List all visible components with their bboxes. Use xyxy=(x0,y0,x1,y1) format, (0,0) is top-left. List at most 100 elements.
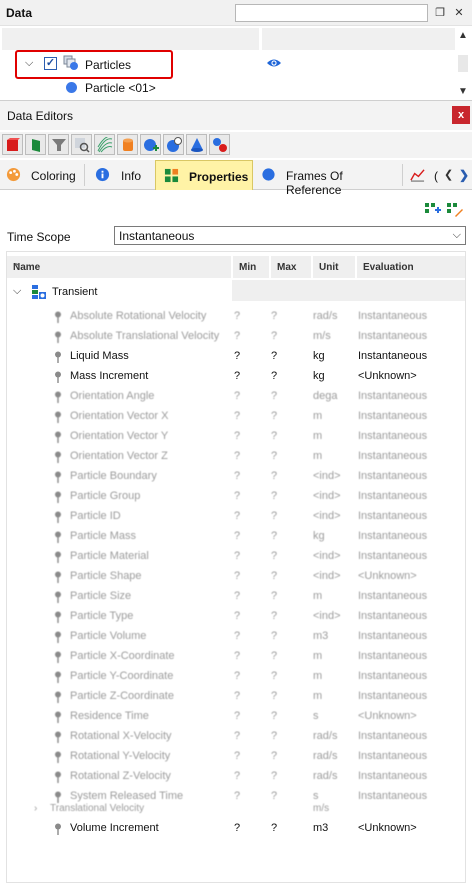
pin-icon xyxy=(55,471,61,483)
property-row[interactable]: Particle Boundary?? <ind> Instantaneous xyxy=(7,467,465,487)
scrollbar-thumb[interactable] xyxy=(458,55,468,72)
close-icon[interactable]: ✕ xyxy=(452,6,466,20)
property-min: ? xyxy=(234,690,241,702)
property-max: ? xyxy=(271,550,278,562)
pin-icon xyxy=(55,823,61,835)
tab-coloring[interactable]: Coloring xyxy=(0,160,83,190)
property-min: ? xyxy=(234,670,241,682)
chevron-down-icon[interactable]: ⌵ xyxy=(13,285,21,298)
property-row[interactable]: Orientation Vector X?? m Instantaneous xyxy=(7,407,465,427)
property-row[interactable]: Residence Time?? s <Unknown> xyxy=(7,707,465,727)
property-row[interactable]: Orientation Vector Z?? m Instantaneous xyxy=(7,447,465,467)
tree-item-particle-01[interactable]: Particle <01> xyxy=(66,80,156,95)
restore-icon[interactable]: ❐ xyxy=(433,6,447,20)
property-row[interactable]: Liquid Mass?? kg Instantaneous xyxy=(7,347,465,367)
property-row[interactable]: Rotational X-Velocity?? rad/s Instantaneou… xyxy=(7,727,465,747)
property-min: ? xyxy=(234,370,241,382)
property-row[interactable]: Mass Increment?? kg <Unknown> xyxy=(7,367,465,387)
frame-sphere-icon xyxy=(262,168,275,181)
property-evaluation: Instantaneous xyxy=(358,330,428,342)
property-name: Particle Group xyxy=(70,490,141,502)
column-header-min[interactable]: Min xyxy=(233,256,269,278)
tab-frames-of-reference[interactable]: Frames Of Reference xyxy=(255,160,401,197)
chevron-right-icon[interactable]: › xyxy=(34,803,37,814)
scroll-down-icon[interactable]: ▼ xyxy=(458,86,468,97)
green-plane-icon xyxy=(32,139,40,152)
property-evaluation: Instantaneous xyxy=(358,410,428,422)
property-row[interactable]: Particle Y-Coordinate?? m Instantaneous xyxy=(7,667,465,687)
property-row[interactable]: Particle ID?? <ind> Instantaneous xyxy=(7,507,465,527)
group-row-transient[interactable]: ⌵ Transient xyxy=(7,283,465,303)
chevron-left-icon[interactable]: ❮ xyxy=(444,168,453,181)
chevron-right-icon[interactable]: ❯ xyxy=(457,163,471,187)
property-max: ? xyxy=(271,390,278,402)
column-header-name[interactable]: Name ⌃ xyxy=(7,256,231,278)
edit-property-icon[interactable] xyxy=(446,200,464,218)
inspect-button[interactable] xyxy=(71,134,92,155)
visibility-eye-icon[interactable] xyxy=(266,57,282,69)
tab-charts[interactable]: ( xyxy=(404,160,442,190)
property-evaluation: Instantaneous xyxy=(358,390,428,402)
multi-particle-button[interactable] xyxy=(209,134,230,155)
data-search-input[interactable] xyxy=(235,4,428,22)
add-property-icon[interactable] xyxy=(424,200,442,218)
property-row[interactable]: Rotational Z-Velocity?? rad/s Instantaneou… xyxy=(7,767,465,787)
add-particle-button[interactable] xyxy=(140,134,161,155)
property-name: Volume Increment xyxy=(70,822,159,834)
property-row[interactable]: Particle Material?? <ind> Instantaneous xyxy=(7,547,465,567)
particle-timer-button[interactable] xyxy=(163,134,184,155)
column-header-evaluation-label: Evaluation xyxy=(363,262,414,273)
property-row[interactable]: Rotational Y-Velocity?? rad/s Instantaneou… xyxy=(7,747,465,767)
property-row[interactable]: Particle Group?? <ind> Instantaneous xyxy=(7,487,465,507)
column-header-evaluation[interactable]: Evaluation xyxy=(357,256,465,278)
property-row[interactable]: Particle Shape?? <ind> <Unknown> xyxy=(7,567,465,587)
property-row[interactable]: Particle Volume?? m3 Instantaneous xyxy=(7,627,465,647)
tree-column-header-visibility xyxy=(262,28,455,50)
box-geometry-button[interactable] xyxy=(2,134,23,155)
property-evaluation: Instantaneous xyxy=(358,610,428,622)
property-unit: kg xyxy=(313,370,325,382)
property-row[interactable]: Absolute Rotational Velocity?? rad/s Insta… xyxy=(7,307,465,327)
data-editors-title: Data Editors xyxy=(7,109,74,123)
property-row[interactable]: Particle Type?? <ind> Instantaneous xyxy=(7,607,465,627)
property-row[interactable]: Particle Z-Coordinate?? m Instantaneous xyxy=(7,687,465,707)
pin-icon xyxy=(55,531,61,543)
cylinder-button[interactable] xyxy=(117,134,138,155)
property-row[interactable]: Particle Mass?? kg Instantaneous xyxy=(7,527,465,547)
funnel-button[interactable] xyxy=(48,134,69,155)
property-min: ? xyxy=(234,410,241,422)
property-name: Particle ID xyxy=(70,510,121,522)
subgroup-label: Translational Velocity xyxy=(50,803,145,814)
tab-info[interactable]: Info xyxy=(86,160,154,190)
property-row[interactable]: Particle X-Coordinate?? m Instantaneous xyxy=(7,647,465,667)
property-unit: m3 xyxy=(313,822,329,834)
mesh-button[interactable] xyxy=(94,134,115,155)
plane-geometry-button[interactable] xyxy=(25,134,46,155)
column-header-min-label: Min xyxy=(239,262,257,273)
tab-properties[interactable]: Properties xyxy=(155,160,253,190)
property-evaluation: Instantaneous xyxy=(358,350,428,362)
property-max: ? xyxy=(271,770,278,782)
data-editors-close-button[interactable]: x xyxy=(452,106,470,124)
cone-icon xyxy=(191,138,203,152)
property-max: ? xyxy=(271,590,278,602)
tab-charts-label: ( xyxy=(434,169,438,183)
property-max: ? xyxy=(271,330,278,342)
time-scope-select[interactable]: Instantaneous ⌵ xyxy=(114,226,466,245)
property-row[interactable]: Particle Size?? m Instantaneous xyxy=(7,587,465,607)
cone-button[interactable] xyxy=(186,134,207,155)
column-header-max[interactable]: Max xyxy=(271,256,311,278)
scroll-up-icon[interactable]: ▲ xyxy=(458,30,468,41)
pin-icon xyxy=(55,691,61,703)
property-max: ? xyxy=(271,510,278,522)
property-name: Liquid Mass xyxy=(70,350,129,362)
column-header-unit[interactable]: Unit xyxy=(313,256,355,278)
property-min: ? xyxy=(234,750,241,762)
property-unit: <ind> xyxy=(313,470,341,482)
property-name: Particle Boundary xyxy=(70,470,157,482)
property-row[interactable]: Orientation Vector Y?? m Instantaneous xyxy=(7,427,465,447)
property-row[interactable]: Orientation Angle?? dega Instantaneous xyxy=(7,387,465,407)
property-row-volume-increment[interactable]: Volume Increment ? ? m3 <Unknown> xyxy=(7,819,465,839)
subgroup-row-translational-velocity[interactable]: › Translational Velocity m/s xyxy=(7,801,465,817)
property-row[interactable]: Absolute Translational Velocity?? m/s Inst… xyxy=(7,327,465,347)
